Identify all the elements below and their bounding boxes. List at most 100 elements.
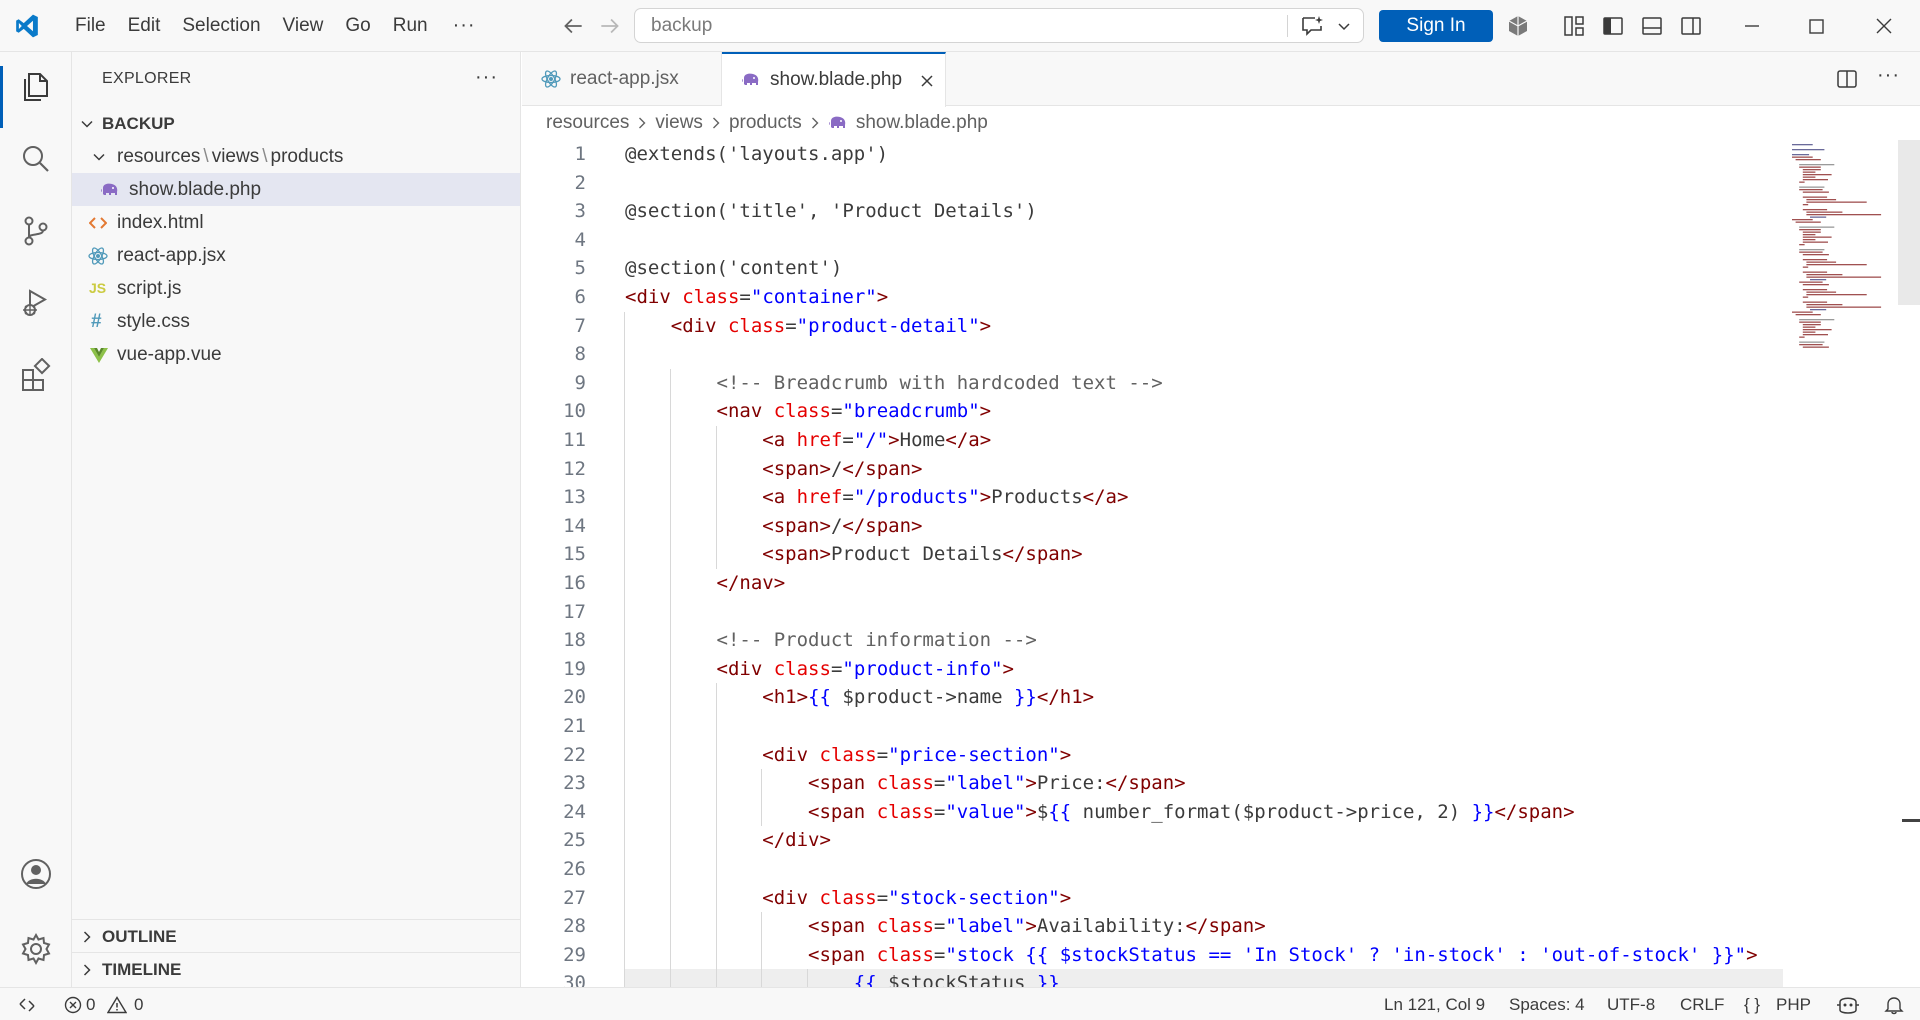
language-mode[interactable]: PHP [1776, 988, 1811, 1020]
account-icon[interactable] [19, 857, 53, 891]
code-line: 2 [522, 169, 1898, 198]
file-react-app-jsx[interactable]: react-app.jsx [72, 239, 520, 272]
warning-count[interactable]: 0 [134, 988, 143, 1020]
outline-section-header[interactable]: OUTLINE [72, 919, 520, 952]
tab-react-app-jsx[interactable]: react-app.jsx [522, 52, 722, 106]
file-vue-app-vue[interactable]: vue-app.vue [72, 338, 520, 371]
line-number: 14 [563, 514, 586, 537]
minimap-line [1806, 211, 1843, 213]
minimize-icon[interactable] [1740, 14, 1764, 38]
remote-indicator-icon[interactable] [18, 996, 36, 1014]
error-icon[interactable] [64, 996, 82, 1014]
arrow-left-icon[interactable] [560, 13, 586, 39]
toggle-secondary-sidebar-icon[interactable] [1679, 14, 1703, 38]
command-center-search[interactable]: backup [634, 8, 1364, 43]
menu-selection[interactable]: Selection [171, 8, 271, 44]
menu-view[interactable]: View [272, 8, 335, 44]
editor-more-actions-button[interactable]: ··· [1877, 64, 1900, 87]
gear-icon[interactable] [19, 932, 53, 966]
chevron-right-icon [712, 117, 720, 129]
code-editor[interactable]: 1 @extends('layouts.app') 2 3 @section('titl… [522, 140, 1920, 987]
minimap-line [1802, 204, 1809, 206]
split-editor-icon[interactable] [1835, 67, 1859, 91]
breadcrumb-item[interactable]: resources [546, 108, 629, 138]
menu-edit[interactable]: Edit [117, 8, 172, 44]
folder-resources-views-products[interactable]: resources \ views \ products [72, 140, 520, 173]
timeline-label: TIMELINE [102, 960, 182, 979]
arrow-right-icon[interactable] [597, 13, 623, 39]
minimap-line [1806, 291, 1837, 293]
code-line: 27 <div class="stock-section"> [522, 884, 1898, 913]
minimap-slider[interactable] [1898, 140, 1920, 305]
minimap[interactable] [1780, 140, 1898, 987]
file-script-js[interactable]: JS script.js [72, 272, 520, 305]
toggle-panel-icon[interactable] [1640, 14, 1664, 38]
source-control-icon[interactable] [19, 214, 53, 248]
chevron-right-icon [811, 117, 819, 129]
minimap-line [1806, 304, 1843, 306]
minimap-line [1799, 341, 1825, 343]
menu-file[interactable]: File [64, 8, 117, 44]
breadcrumb-item[interactable]: products [729, 108, 802, 138]
indentation[interactable]: Spaces: 4 [1509, 988, 1585, 1020]
menu-run[interactable]: Run [382, 8, 439, 44]
encoding[interactable]: UTF-8 [1607, 988, 1655, 1020]
language-braces-icon[interactable]: { } [1744, 988, 1760, 1020]
file-index-html[interactable]: index.html [72, 206, 520, 239]
menu-go[interactable]: Go [334, 8, 381, 44]
code-line: 7 <div class="product-detail"> [522, 312, 1898, 341]
code-line: 24 <span class="value">${{ number_format… [522, 798, 1898, 827]
minimap-line [1799, 164, 1835, 166]
explorer-files-icon[interactable] [19, 70, 53, 104]
minimap-line [1806, 294, 1867, 296]
code-text: <div class="product-info"> [716, 657, 1014, 680]
line-number: 24 [563, 800, 586, 823]
cursor-position[interactable]: Ln 121, Col 9 [1384, 988, 1485, 1020]
timeline-section-header[interactable]: TIMELINE [72, 952, 520, 985]
file-label: show.blade.php [129, 179, 262, 200]
minimap-line [1802, 284, 1829, 286]
active-view-indicator [0, 66, 3, 128]
sign-in-button[interactable]: Sign In [1379, 10, 1493, 42]
file-show-blade-php[interactable]: show.blade.php [72, 173, 520, 206]
react-icon [88, 247, 108, 265]
code-line: 28 <span class="label">Availability:</sp… [522, 912, 1898, 941]
status-bar: 0 0 Ln 121, Col 9 Spaces: 4 UTF-8 CRLF {… [0, 987, 1920, 1020]
minimap-line [1802, 236, 1832, 238]
minimap-line [1799, 344, 1823, 346]
vscode-logo-icon[interactable] [14, 13, 40, 39]
error-count[interactable]: 0 [86, 988, 95, 1020]
menu-more-button[interactable]: ··· [439, 14, 490, 37]
copilot-status-icon[interactable] [1836, 994, 1860, 1016]
extensions-icon[interactable] [19, 358, 53, 392]
bell-icon[interactable] [1884, 995, 1904, 1015]
breadcrumb-item-current[interactable]: show.blade.php [856, 108, 988, 138]
copilot-icon[interactable] [1506, 14, 1530, 38]
run-debug-icon[interactable] [19, 286, 53, 320]
code-line: 25 </div> [522, 826, 1898, 855]
chevron-down-icon[interactable] [1337, 19, 1351, 33]
warning-icon[interactable] [107, 996, 127, 1014]
file-style-css[interactable]: # style.css [72, 305, 520, 338]
tab-show-blade-php[interactable]: show.blade.php [722, 52, 946, 107]
editor-tab-bar: react-app.jsx show.blade.php ··· [522, 52, 1920, 107]
explorer-sidebar: EXPLORER ··· BACKUP resources \ views \ prod… [72, 52, 521, 987]
code-line: 29 <span class="stock {{ $stockStatus ==… [522, 941, 1898, 970]
folder-root-backup[interactable]: BACKUP [72, 107, 520, 140]
code-text: </div> [762, 829, 831, 852]
line-number: 26 [563, 858, 586, 880]
search-icon[interactable] [19, 142, 53, 176]
end-of-line[interactable]: CRLF [1680, 988, 1724, 1020]
toggle-primary-sidebar-icon[interactable] [1601, 14, 1625, 38]
chat-sparkle-icon[interactable] [1300, 15, 1324, 37]
close-window-icon[interactable] [1872, 14, 1896, 38]
breadcrumb-item[interactable]: views [655, 108, 703, 138]
file-label: script.js [117, 278, 182, 299]
explorer-more-button[interactable]: ··· [475, 66, 498, 89]
customize-layout-icon[interactable] [1562, 14, 1586, 38]
code-line: 15 <span>Product Details</span> [522, 540, 1898, 569]
line-number: 18 [563, 629, 586, 652]
close-icon[interactable] [920, 74, 934, 88]
maximize-icon[interactable] [1804, 14, 1828, 38]
code-line: 10 <nav class="breadcrumb"> [522, 397, 1898, 426]
